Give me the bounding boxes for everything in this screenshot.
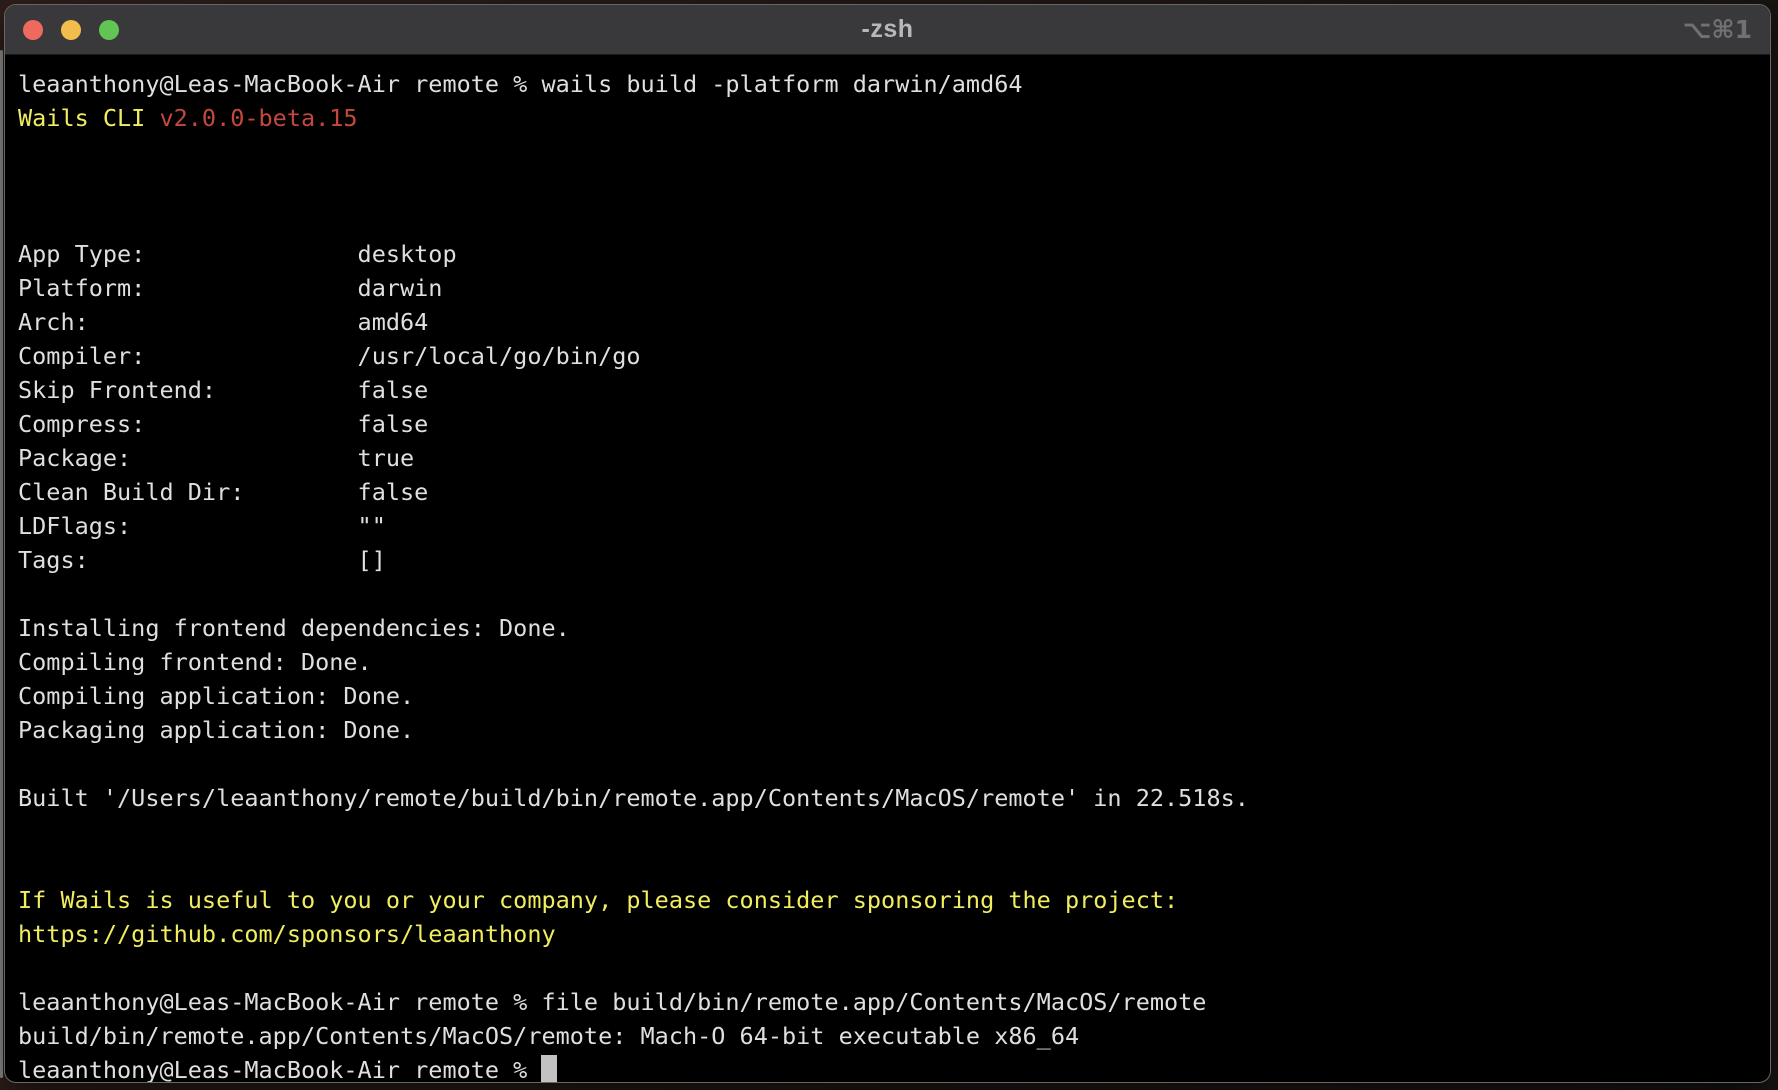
terminal-text-segment: v2.0.0-beta.15 [159, 104, 357, 132]
minimize-button[interactable] [61, 20, 81, 40]
config-row: Compiler: /usr/local/go/bin/go [18, 342, 641, 370]
terminal-text-segment: Compiling application: Done. [18, 682, 414, 710]
terminal-text-segment: Compiling frontend: Done. [18, 648, 372, 676]
terminal-line: Arch: amd64 [18, 305, 1770, 339]
terminal-text-segment: Installing frontend dependencies: Done. [18, 614, 570, 642]
terminal-line: Clean Build Dir: false [18, 475, 1770, 509]
terminal-line: https://github.com/sponsors/leaanthony [18, 917, 1770, 951]
terminal-text-segment: leaanthony@Leas-MacBook-Air remote % fil… [18, 988, 1206, 1016]
terminal-line: App Type: desktop [18, 237, 1770, 271]
terminal-line: leaanthony@Leas-MacBook-Air remote % [18, 1053, 1770, 1083]
background-window-edge [0, 50, 3, 1078]
config-row: Arch: amd64 [18, 308, 428, 336]
terminal-line: Skip Frontend: false [18, 373, 1770, 407]
config-row: Clean Build Dir: false [18, 478, 428, 506]
terminal-line [18, 169, 1770, 203]
terminal-line: Wails CLI v2.0.0-beta.15 [18, 101, 1770, 135]
terminal-line [18, 135, 1770, 169]
terminal-line [18, 747, 1770, 781]
terminal-line: Compiling frontend: Done. [18, 645, 1770, 679]
terminal-line: Compiler: /usr/local/go/bin/go [18, 339, 1770, 373]
config-row: Skip Frontend: false [18, 376, 428, 404]
config-row: Compress: false [18, 410, 428, 438]
terminal-line: Platform: darwin [18, 271, 1770, 305]
terminal-line: Installing frontend dependencies: Done. [18, 611, 1770, 645]
traffic-lights [23, 5, 119, 54]
terminal-line: Compiling application: Done. [18, 679, 1770, 713]
config-row: Tags: [] [18, 546, 386, 574]
window-shortcut-badge: ⌥⌘1 [1683, 5, 1752, 54]
terminal-text-segment: Packaging application: Done. [18, 716, 414, 744]
terminal-line: If Wails is useful to you or your compan… [18, 883, 1770, 917]
config-row: Platform: darwin [18, 274, 442, 302]
terminal-text-segment: https://github.com/sponsors/leaanthony [18, 920, 556, 948]
terminal-text-segment: Wails CLI [18, 104, 159, 132]
terminal-text-segment: build/bin/remote.app/Contents/MacOS/remo… [18, 1022, 1079, 1050]
terminal-line: Package: true [18, 441, 1770, 475]
terminal-line [18, 849, 1770, 883]
terminal-line: leaanthony@Leas-MacBook-Air remote % wai… [18, 67, 1770, 101]
close-button[interactable] [23, 20, 43, 40]
terminal-line [18, 951, 1770, 985]
window-title: -zsh [862, 15, 914, 44]
terminal-line [18, 577, 1770, 611]
desktop-background: -zsh ⌥⌘1 leaanthony@Leas-MacBook-Air rem… [0, 0, 1778, 1090]
terminal-line: Packaging application: Done. [18, 713, 1770, 747]
terminal-line: Tags: [] [18, 543, 1770, 577]
terminal-body[interactable]: leaanthony@Leas-MacBook-Air remote % wai… [5, 55, 1770, 1083]
terminal-line: build/bin/remote.app/Contents/MacOS/remo… [18, 1019, 1770, 1053]
terminal-text-segment: leaanthony@Leas-MacBook-Air remote % wai… [18, 70, 1023, 98]
config-row: LDFlags: "" [18, 512, 386, 540]
config-row: App Type: desktop [18, 240, 457, 268]
terminal-line [18, 203, 1770, 237]
terminal-line [18, 815, 1770, 849]
terminal-line: Built '/Users/leaanthony/remote/build/bi… [18, 781, 1770, 815]
title-bar[interactable]: -zsh ⌥⌘1 [5, 5, 1770, 55]
zoom-button[interactable] [99, 20, 119, 40]
terminal-text-segment: Built '/Users/leaanthony/remote/build/bi… [18, 784, 1249, 812]
config-row: Package: true [18, 444, 414, 472]
terminal-cursor [541, 1055, 557, 1083]
terminal-text-segment: leaanthony@Leas-MacBook-Air remote % [18, 1056, 541, 1083]
terminal-line: Compress: false [18, 407, 1770, 441]
terminal-line: leaanthony@Leas-MacBook-Air remote % fil… [18, 985, 1770, 1019]
terminal-line: LDFlags: "" [18, 509, 1770, 543]
terminal-text-segment: If Wails is useful to you or your compan… [18, 886, 1178, 914]
terminal-window: -zsh ⌥⌘1 leaanthony@Leas-MacBook-Air rem… [4, 4, 1771, 1083]
